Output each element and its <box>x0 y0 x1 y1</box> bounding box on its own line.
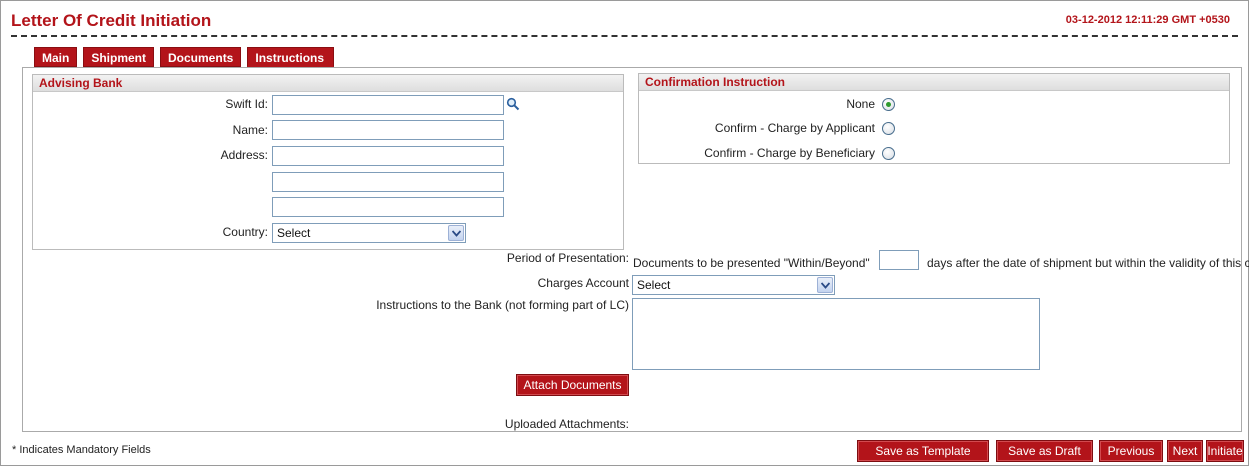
tab-instructions[interactable]: Instructions <box>247 47 335 67</box>
advising-bank-section: Advising Bank Swift Id: Name: Address: C… <box>32 74 624 250</box>
attach-documents-button[interactable]: Attach Documents <box>516 374 629 396</box>
confirm-option-label: Confirm - Charge by Beneficiary <box>704 146 875 160</box>
confirm-applicant-radio[interactable] <box>882 122 895 135</box>
save-as-template-button[interactable]: Save as Template <box>857 440 989 462</box>
charges-account-value: Select <box>637 278 671 292</box>
name-field[interactable] <box>272 120 504 140</box>
charges-account-select[interactable]: Select <box>632 275 835 295</box>
mandatory-fields-note: * Indicates Mandatory Fields <box>12 444 151 456</box>
search-icon[interactable] <box>506 97 520 111</box>
presentation-label: Period of Presentation: <box>506 251 629 265</box>
country-select-value: Select <box>277 226 311 240</box>
instructions-panel: Advising Bank Swift Id: Name: Address: C… <box>22 67 1249 432</box>
initiate-button[interactable]: Initiate <box>1206 440 1244 462</box>
confirm-option-label: Confirm - Charge by Applicant <box>714 121 875 135</box>
section-header: Advising Bank <box>33 75 623 92</box>
tab-shipment[interactable]: Shipment <box>83 47 155 67</box>
instructions-textarea[interactable] <box>632 298 1040 370</box>
confirmation-instruction-section: Confirmation Instruction None Confirm - … <box>638 73 1230 164</box>
instructions-label: Instructions to the Bank (not forming pa… <box>376 298 629 312</box>
country-label: Country: <box>222 225 268 239</box>
swift-id-label: Swift Id: <box>225 97 268 111</box>
confirm-beneficiary-radio[interactable] <box>882 147 895 160</box>
tab-bar: Main Shipment Documents Instructions <box>34 47 335 67</box>
next-button[interactable]: Next <box>1167 440 1203 462</box>
presentation-days-field[interactable] <box>879 250 919 270</box>
page-title: Letter Of Credit Initiation <box>11 11 212 30</box>
country-select[interactable]: Select <box>272 223 466 243</box>
save-as-draft-button[interactable]: Save as Draft <box>996 440 1093 462</box>
name-label: Name: <box>232 123 268 137</box>
section-header: Confirmation Instruction <box>639 74 1229 91</box>
swift-id-field[interactable] <box>272 95 504 115</box>
tab-documents[interactable]: Documents <box>160 47 242 67</box>
address-line-3[interactable] <box>272 197 504 217</box>
uploaded-attachments-label: Uploaded Attachments: <box>504 417 629 431</box>
app-window: Letter Of Credit Initiation 03-12-2012 1… <box>0 0 1249 466</box>
datetime-stamp: 03-12-2012 12:11:29 GMT +0530 <box>1065 14 1230 26</box>
address-line-1[interactable] <box>272 146 504 166</box>
charges-account-label: Charges Account <box>537 276 629 290</box>
confirm-option-label: None <box>846 97 875 111</box>
presentation-prefix: Documents to be presented "Within/Beyond… <box>633 256 870 270</box>
address-label: Address: <box>220 148 268 162</box>
address-line-2[interactable] <box>272 172 504 192</box>
confirm-none-radio[interactable] <box>882 98 895 111</box>
chevron-down-icon <box>448 225 464 241</box>
tab-main[interactable]: Main <box>34 47 78 67</box>
chevron-down-icon <box>817 277 833 293</box>
presentation-suffix: days after the date of shipment but with… <box>927 256 1249 270</box>
header-divider <box>11 35 1238 37</box>
previous-button[interactable]: Previous <box>1099 440 1163 462</box>
